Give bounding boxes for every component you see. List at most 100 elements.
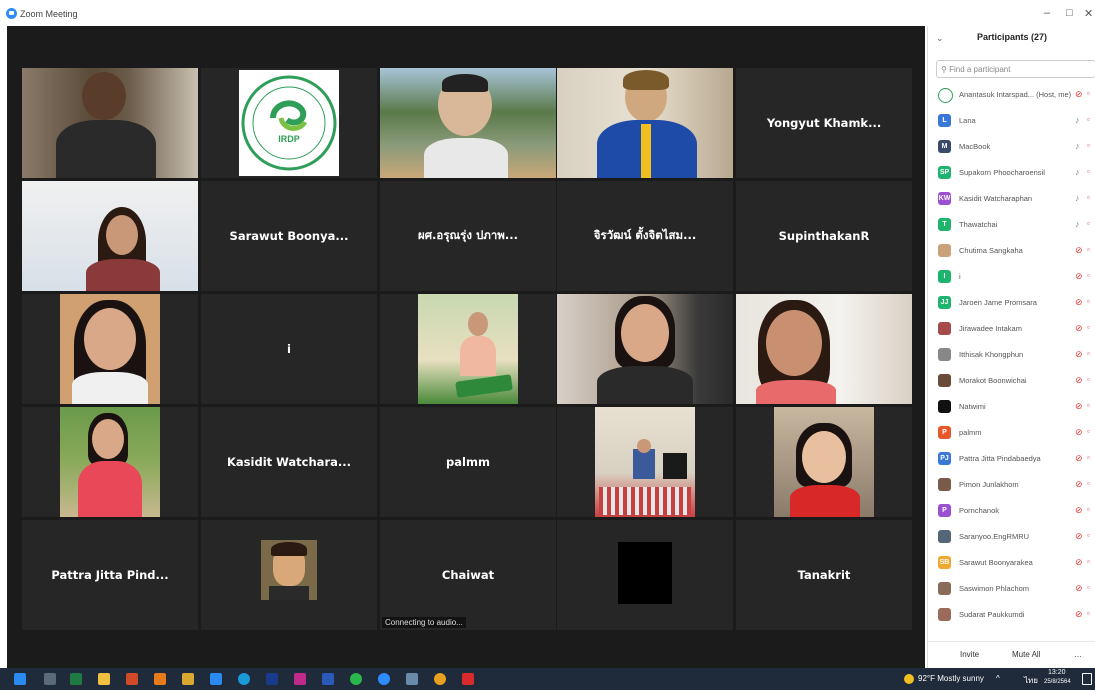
- mic-muted-icon[interactable]: ⊘: [1075, 505, 1083, 516]
- camera-off-icon[interactable]: ▫: [1087, 193, 1090, 202]
- video-tile[interactable]: [736, 294, 912, 404]
- edge-icon[interactable]: [238, 673, 250, 685]
- camera-off-icon[interactable]: ▫: [1087, 141, 1090, 150]
- folder-icon[interactable]: [182, 673, 194, 685]
- participant-row[interactable]: PJ Pattra Jitta Pindabaedya ⊘ ▫: [928, 446, 1095, 472]
- participant-row[interactable]: M MacBook ♪ ▫: [928, 134, 1095, 160]
- mic-muted-icon[interactable]: ⊘: [1075, 401, 1083, 412]
- start-icon[interactable]: [14, 673, 26, 685]
- participant-row[interactable]: P Pornchanok ⊘ ▫: [928, 498, 1095, 524]
- more-icon[interactable]: …: [1074, 650, 1082, 659]
- photoshop-icon[interactable]: [266, 673, 278, 685]
- mic-muted-icon[interactable]: ⊘: [1075, 583, 1083, 594]
- participant-row[interactable]: Natwimi ⊘ ▫: [928, 394, 1095, 420]
- participant-row[interactable]: SP Supakorn Phoocharoensil ♪ ▫: [928, 160, 1095, 186]
- mic-muted-icon[interactable]: ⊘: [1075, 609, 1083, 620]
- camera-off-icon[interactable]: ▫: [1087, 167, 1090, 176]
- video-tile[interactable]: Chaiwat Connecting to audio...: [380, 520, 556, 630]
- maximize-button[interactable]: □: [1066, 7, 1073, 19]
- participant-row[interactable]: Anantasuk Intarspad... (Host, me) ⊘ ▫: [928, 82, 1095, 108]
- camera-off-icon[interactable]: ▫: [1087, 375, 1090, 384]
- mic-icon[interactable]: ♪: [1075, 141, 1080, 151]
- video-tile[interactable]: [22, 68, 198, 178]
- video-tile[interactable]: [557, 294, 733, 404]
- mic-muted-icon[interactable]: ⊘: [1075, 271, 1083, 282]
- video-tile[interactable]: SupinthakanR: [736, 181, 912, 291]
- participant-row[interactable]: Morakot Boonwichai ⊘ ▫: [928, 368, 1095, 394]
- mic-muted-icon[interactable]: ⊘: [1075, 245, 1083, 256]
- video-tile[interactable]: [22, 407, 198, 517]
- video-tile[interactable]: Sarawut Boonya...: [201, 181, 377, 291]
- video-tile[interactable]: [22, 181, 198, 291]
- camera-off-icon[interactable]: ▫: [1087, 505, 1090, 514]
- video-tile[interactable]: ผศ.อรุณรุ่ง ปภาพ...: [380, 181, 556, 291]
- mic-muted-icon[interactable]: ⊘: [1075, 375, 1083, 386]
- video-tile[interactable]: [22, 294, 198, 404]
- notification-icon[interactable]: [1082, 673, 1092, 685]
- illustrator-icon[interactable]: [154, 673, 166, 685]
- participant-row[interactable]: L Lana ♪ ▫: [928, 108, 1095, 134]
- powerpoint-icon[interactable]: [126, 673, 138, 685]
- zoom-icon[interactable]: [378, 673, 390, 685]
- mic-muted-icon[interactable]: ⊘: [1075, 531, 1083, 542]
- video-tile[interactable]: [380, 294, 556, 404]
- camera-off-icon[interactable]: ▫: [1087, 583, 1090, 592]
- participant-row[interactable]: T Thawatchai ♪ ▫: [928, 212, 1095, 238]
- camera-off-icon[interactable]: ▫: [1087, 531, 1090, 540]
- video-tile[interactable]: [380, 68, 556, 178]
- chrome-icon[interactable]: [434, 673, 446, 685]
- clock-date[interactable]: 25/8/2564: [1044, 679, 1071, 685]
- mail-icon[interactable]: [210, 673, 222, 685]
- camera-off-icon[interactable]: ▫: [1087, 557, 1090, 566]
- video-tile[interactable]: Kasidit Watchara...: [201, 407, 377, 517]
- participant-row[interactable]: KW Kasidit Watcharaphan ♪ ▫: [928, 186, 1095, 212]
- participant-row[interactable]: Sudarat Paukkumdi ⊘ ▫: [928, 602, 1095, 628]
- mic-muted-icon[interactable]: ⊘: [1075, 427, 1083, 438]
- camera-off-icon[interactable]: ▫: [1087, 89, 1090, 98]
- participant-row[interactable]: JJ Jaroen Jame Promsara ⊘ ▫: [928, 290, 1095, 316]
- participant-row[interactable]: Jirawadee Intakam ⊘ ▫: [928, 316, 1095, 342]
- camera-off-icon[interactable]: ▫: [1087, 427, 1090, 436]
- participant-row[interactable]: Saswimon Phlachom ⊘ ▫: [928, 576, 1095, 602]
- weather-text[interactable]: 92°F Mostly sunny: [918, 674, 984, 683]
- video-tile[interactable]: จิรวัฒน์ ตั้งจิตไสม...: [557, 181, 733, 291]
- mic-muted-icon[interactable]: ⊘: [1075, 453, 1083, 464]
- camera-off-icon[interactable]: ▫: [1087, 479, 1090, 488]
- video-tile[interactable]: [557, 520, 733, 630]
- camera-off-icon[interactable]: ▫: [1087, 349, 1090, 358]
- video-tile[interactable]: [557, 407, 733, 517]
- indesign-icon[interactable]: [294, 673, 306, 685]
- app-icon[interactable]: [406, 673, 418, 685]
- mic-icon[interactable]: ♪: [1075, 219, 1080, 229]
- mic-muted-icon[interactable]: ⊘: [1075, 323, 1083, 334]
- participant-row[interactable]: Itthisak Khongphun ⊘ ▫: [928, 342, 1095, 368]
- tray-chevron-icon[interactable]: ^: [996, 674, 1000, 683]
- participant-row[interactable]: Saranyoo.EngRMRU ⊘ ▫: [928, 524, 1095, 550]
- camera-off-icon[interactable]: ▫: [1087, 115, 1090, 124]
- mic-muted-icon[interactable]: ⊘: [1075, 479, 1083, 490]
- mic-muted-icon[interactable]: ⊘: [1075, 349, 1083, 360]
- camera-off-icon[interactable]: ▫: [1087, 323, 1090, 332]
- camera-off-icon[interactable]: ▫: [1087, 271, 1090, 280]
- video-tile[interactable]: i: [201, 294, 377, 404]
- camera-off-icon[interactable]: ▫: [1087, 245, 1090, 254]
- minimize-button[interactable]: –: [1044, 7, 1050, 19]
- camera-off-icon[interactable]: ▫: [1087, 297, 1090, 306]
- participant-row[interactable]: Pimon Junlakhom ⊘ ▫: [928, 472, 1095, 498]
- mic-muted-icon[interactable]: ⊘: [1075, 89, 1083, 100]
- camera-off-icon[interactable]: ▫: [1087, 401, 1090, 410]
- word-icon[interactable]: [322, 673, 334, 685]
- participant-search-input[interactable]: ⚲ Find a participant: [936, 60, 1095, 78]
- participant-row[interactable]: Ii ⊘ ▫: [928, 264, 1095, 290]
- excel-icon[interactable]: [70, 673, 82, 685]
- mic-muted-icon[interactable]: ⊘: [1075, 557, 1083, 568]
- video-tile[interactable]: [557, 68, 733, 178]
- video-tile[interactable]: palmm: [380, 407, 556, 517]
- mic-icon[interactable]: ♪: [1075, 193, 1080, 203]
- language-indicator[interactable]: ไทย: [1024, 674, 1038, 687]
- clock-time[interactable]: 13:20: [1048, 669, 1066, 676]
- camera-off-icon[interactable]: ▫: [1087, 219, 1090, 228]
- video-tile[interactable]: IRDP: [201, 68, 377, 178]
- acrobat-icon[interactable]: [462, 673, 474, 685]
- file-explorer-icon[interactable]: [98, 673, 110, 685]
